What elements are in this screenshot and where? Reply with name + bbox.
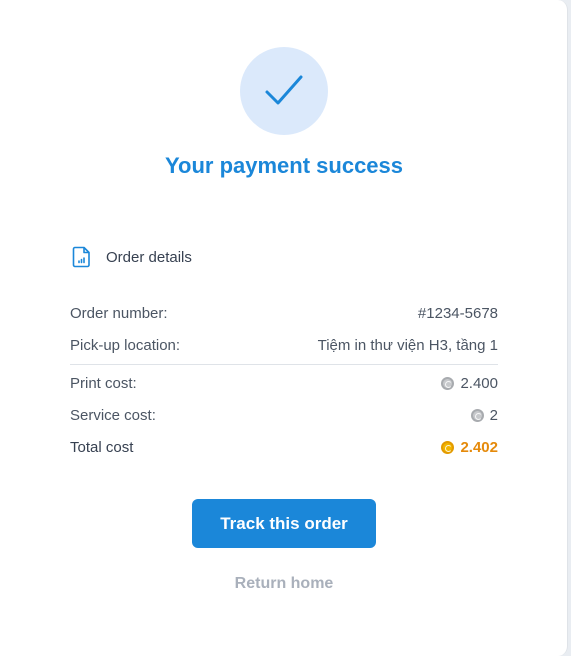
divider: [70, 364, 498, 365]
print-cost-row: Print cost: 2.400: [70, 373, 498, 393]
success-check-circle: [240, 47, 328, 135]
coin-icon: [441, 376, 455, 390]
total-cost-row: Total cost 2.402: [70, 437, 498, 457]
gold-coin-icon: [441, 440, 455, 454]
total-cost-label: Total cost: [70, 438, 134, 456]
service-cost-row: Service cost: 2: [70, 405, 498, 425]
checkmark-icon: [265, 75, 303, 105]
print-cost-value: 2.400: [441, 375, 498, 392]
payment-success-card: Your payment success Order details Order…: [0, 0, 568, 656]
pickup-location-value: Tiệm in thư viện H3, tầng 1: [317, 336, 498, 354]
return-home-link[interactable]: Return home: [0, 575, 568, 593]
print-cost-amount: 2.400: [460, 374, 498, 392]
track-order-button[interactable]: Track this order: [192, 499, 376, 548]
page-title: Your payment success: [164, 153, 404, 178]
pickup-location-row: Pick-up location: Tiệm in thư viện H3, t…: [70, 335, 498, 355]
service-cost-amount: 2: [489, 406, 498, 424]
document-chart-icon: [72, 246, 90, 268]
pickup-location-label: Pick-up location:: [70, 336, 181, 354]
total-cost-amount: 2.402: [460, 438, 498, 456]
order-details-label: Order details: [106, 248, 192, 266]
print-cost-label: Print cost:: [70, 374, 137, 392]
service-cost-value: 2: [470, 406, 498, 424]
order-details-header: Order details: [72, 246, 192, 268]
total-cost-value: 2.402: [441, 439, 498, 456]
order-number-value: #1234-5678: [417, 304, 498, 322]
order-number-row: Order number: #1234-5678: [70, 303, 498, 323]
service-cost-label: Service cost:: [70, 406, 156, 424]
coin-icon: [470, 408, 484, 422]
order-number-label: Order number:: [70, 304, 168, 322]
